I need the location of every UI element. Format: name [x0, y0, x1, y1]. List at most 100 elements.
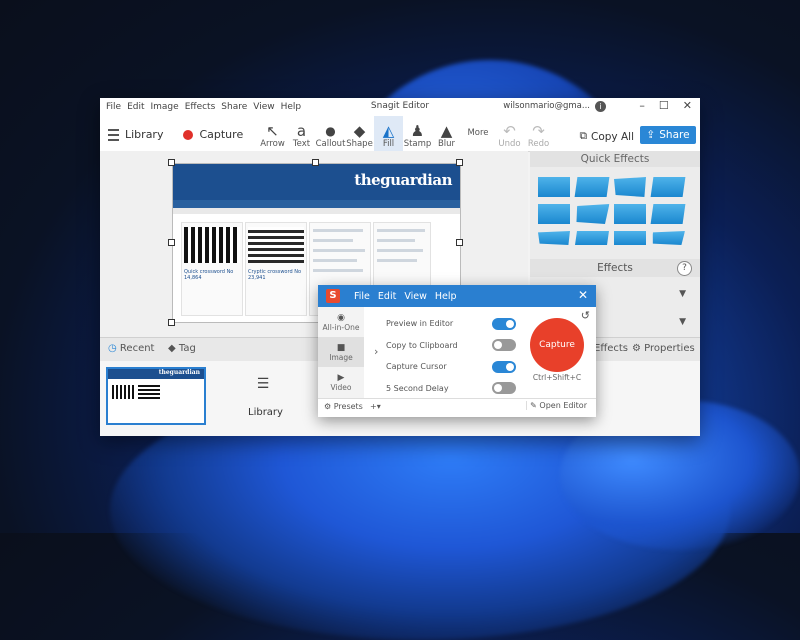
quick-effect-tile[interactable]: [575, 204, 610, 224]
quick-effect-tile[interactable]: [575, 231, 609, 245]
tool-label: Fill: [382, 139, 395, 149]
quick-effect-tile[interactable]: [574, 177, 610, 197]
text-icon: a: [296, 122, 307, 140]
tool-label: Shape: [346, 139, 373, 149]
presets-button[interactable]: ⚙ Presets: [324, 402, 363, 411]
editor-toolbar: Library Capture ↖ Arrow a Text ● Callout ◆ S…: [100, 116, 700, 152]
toggle-switch[interactable]: [492, 339, 516, 352]
info-icon[interactable]: i: [595, 101, 606, 112]
tag-tab[interactable]: ◆ Tag: [168, 343, 196, 354]
gear-icon: ⚙: [632, 343, 641, 354]
tool-label: Text: [292, 139, 311, 149]
account-name[interactable]: wilsonmario@gma...: [503, 101, 590, 111]
callout-icon: ●: [325, 124, 336, 138]
resize-handle[interactable]: [168, 319, 175, 326]
capture-header: S File Edit View Help ✕: [318, 285, 596, 307]
share-button[interactable]: ⇪ Share: [640, 126, 696, 144]
camera-icon: ■: [336, 342, 346, 353]
library-tray-label[interactable]: Library: [248, 407, 283, 418]
redo-button[interactable]: ↷ Redo: [524, 116, 553, 151]
tool-text[interactable]: a Text: [287, 116, 316, 151]
quick-effect-tile[interactable]: [538, 177, 570, 197]
presets-label: Presets: [333, 402, 363, 411]
guardian-subnav: [173, 208, 460, 214]
toggle-switch[interactable]: [492, 360, 516, 373]
tray-thumbnail[interactable]: theguardian: [106, 367, 206, 425]
close-icon[interactable]: ✕: [578, 288, 588, 302]
cap-menu-help[interactable]: Help: [435, 291, 457, 302]
quick-effect-tile[interactable]: [650, 204, 686, 224]
hamburger-icon[interactable]: [108, 128, 119, 141]
effects-tab[interactable]: Effects: [594, 343, 628, 354]
toggle-switch[interactable]: [492, 317, 516, 330]
chevron-down-icon[interactable]: ▼: [679, 289, 686, 299]
quick-effect-tile[interactable]: [614, 177, 646, 197]
mode-all-in-one[interactable]: ◉ All-in-One: [318, 307, 364, 337]
properties-tab[interactable]: ⚙ Properties: [632, 343, 695, 354]
tool-callout[interactable]: ● Callout: [316, 116, 346, 151]
menu-view[interactable]: View: [253, 102, 274, 112]
help-icon[interactable]: ?: [677, 261, 692, 276]
quick-effect-tile[interactable]: [651, 231, 685, 245]
capture-window: S File Edit View Help ✕ ◉ All-in-One ■ Ima…: [318, 285, 596, 417]
minimize-icon[interactable]: –: [639, 99, 645, 112]
undo-label: Undo: [498, 139, 521, 149]
mode-image[interactable]: ■ Image: [318, 337, 364, 367]
quick-effect-tile[interactable]: [538, 204, 570, 224]
toggle-switch[interactable]: [492, 382, 516, 395]
copy-all-label: Copy All: [591, 130, 634, 143]
copy-all-button[interactable]: ⧉ Copy All: [580, 130, 635, 143]
option-capture-cursor[interactable]: Capture Cursor: [386, 356, 516, 378]
resize-handle[interactable]: [312, 159, 319, 166]
option-5-second-delay[interactable]: 5 Second Delay: [386, 378, 516, 400]
resize-handle[interactable]: [456, 239, 463, 246]
resize-handle[interactable]: [456, 159, 463, 166]
maximize-icon[interactable]: ☐: [659, 99, 669, 112]
cap-menu-view[interactable]: View: [404, 291, 427, 302]
option-preview-in-editor[interactable]: Preview in Editor: [386, 313, 516, 335]
mode-video[interactable]: ▶ Video: [318, 367, 364, 397]
menu-file[interactable]: File: [106, 102, 121, 112]
text-line: [313, 249, 365, 252]
record-icon: [183, 129, 194, 140]
menu-share[interactable]: Share: [221, 102, 247, 112]
resize-handle[interactable]: [168, 239, 175, 246]
tool-blur[interactable]: ▲ Blur: [432, 116, 461, 151]
crossword-title: Cryptic crossword No 23,941: [248, 269, 302, 281]
text-line: [313, 269, 363, 272]
tool-fill[interactable]: ◭ Fill: [374, 116, 403, 151]
tool-label: Arrow: [260, 139, 285, 149]
menu-effects[interactable]: Effects: [185, 102, 216, 112]
quick-effect-tile[interactable]: [614, 231, 646, 245]
crossword-title: Quick crossword No 14,864: [184, 269, 234, 281]
text-line: [313, 239, 353, 242]
tool-arrow[interactable]: ↖ Arrow: [258, 116, 287, 151]
resize-handle[interactable]: [168, 159, 175, 166]
cap-menu-edit[interactable]: Edit: [378, 291, 396, 302]
add-preset-icon[interactable]: +▾: [370, 402, 381, 411]
reset-icon[interactable]: ↺: [581, 309, 590, 322]
cap-menu-file[interactable]: File: [354, 291, 370, 302]
menu-help[interactable]: Help: [281, 102, 302, 112]
more-button[interactable]: More: [461, 116, 495, 151]
option-copy-to-clipboard[interactable]: Copy to Clipboard: [386, 335, 516, 357]
open-editor-button[interactable]: ✎ Open Editor: [526, 401, 590, 410]
clock-icon: ◷: [108, 343, 117, 354]
undo-button[interactable]: ↶ Undo: [495, 116, 524, 151]
tool-shape[interactable]: ◆ Shape: [345, 116, 374, 151]
menu-image[interactable]: Image: [151, 102, 179, 112]
recent-tab[interactable]: ◷ Recent: [108, 343, 154, 354]
quick-effect-tile[interactable]: [538, 231, 570, 245]
library-button[interactable]: Library: [125, 128, 163, 141]
capture-button[interactable]: Capture: [199, 128, 243, 141]
capture-mode-list: ◉ All-in-One ■ Image ▶ Video: [318, 307, 364, 399]
tool-stamp[interactable]: ♟ Stamp: [403, 116, 432, 151]
chevron-right-icon[interactable]: ›: [374, 345, 378, 358]
capture-big-button[interactable]: Capture: [530, 318, 584, 372]
menu-edit[interactable]: Edit: [127, 102, 144, 112]
close-icon[interactable]: ✕: [683, 99, 692, 112]
chevron-down-icon[interactable]: ▼: [679, 317, 686, 327]
quick-effect-tile[interactable]: [650, 177, 686, 197]
library-icon[interactable]: ☰: [248, 377, 278, 391]
quick-effect-tile[interactable]: [614, 204, 646, 224]
